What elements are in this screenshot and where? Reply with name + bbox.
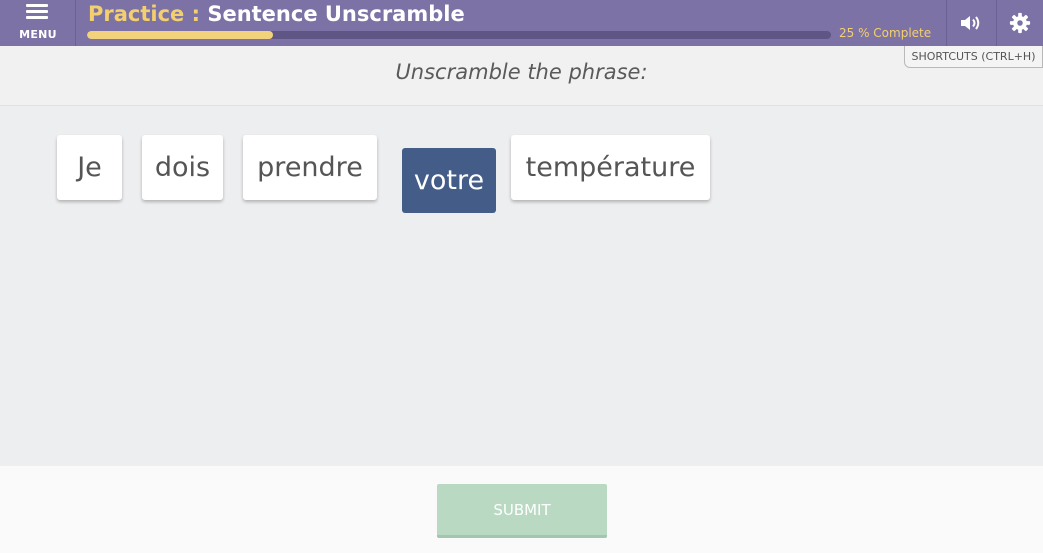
progress-fill <box>87 31 273 39</box>
word-tile-votre[interactable]: votre <box>402 148 496 213</box>
sound-button[interactable] <box>946 0 995 46</box>
menu-button[interactable]: MENU <box>0 0 76 46</box>
page-title: Practice : Sentence Unscramble <box>88 2 465 30</box>
progress-bar <box>87 31 831 39</box>
submit-button[interactable]: SUBMIT <box>437 484 607 538</box>
gear-icon <box>1009 12 1031 34</box>
menu-label: MENU <box>19 28 57 41</box>
settings-button[interactable] <box>996 0 1043 46</box>
title-main: Sentence Unscramble <box>200 2 465 26</box>
progress-text: 25 % Complete <box>839 26 932 40</box>
top-bar: MENU Practice : Sentence Unscramble 25 %… <box>0 0 1043 46</box>
speaker-icon <box>961 16 980 30</box>
menu-icon <box>26 4 48 22</box>
title-prefix: Practice : <box>88 2 201 26</box>
word-tile-je[interactable]: Je <box>57 135 122 200</box>
word-tile-prendre[interactable]: prendre <box>243 135 377 200</box>
instruction-text: Unscramble the phrase: <box>395 60 648 84</box>
word-tile-dois[interactable]: dois <box>142 135 223 200</box>
word-tile-temperature[interactable]: température <box>511 135 710 200</box>
